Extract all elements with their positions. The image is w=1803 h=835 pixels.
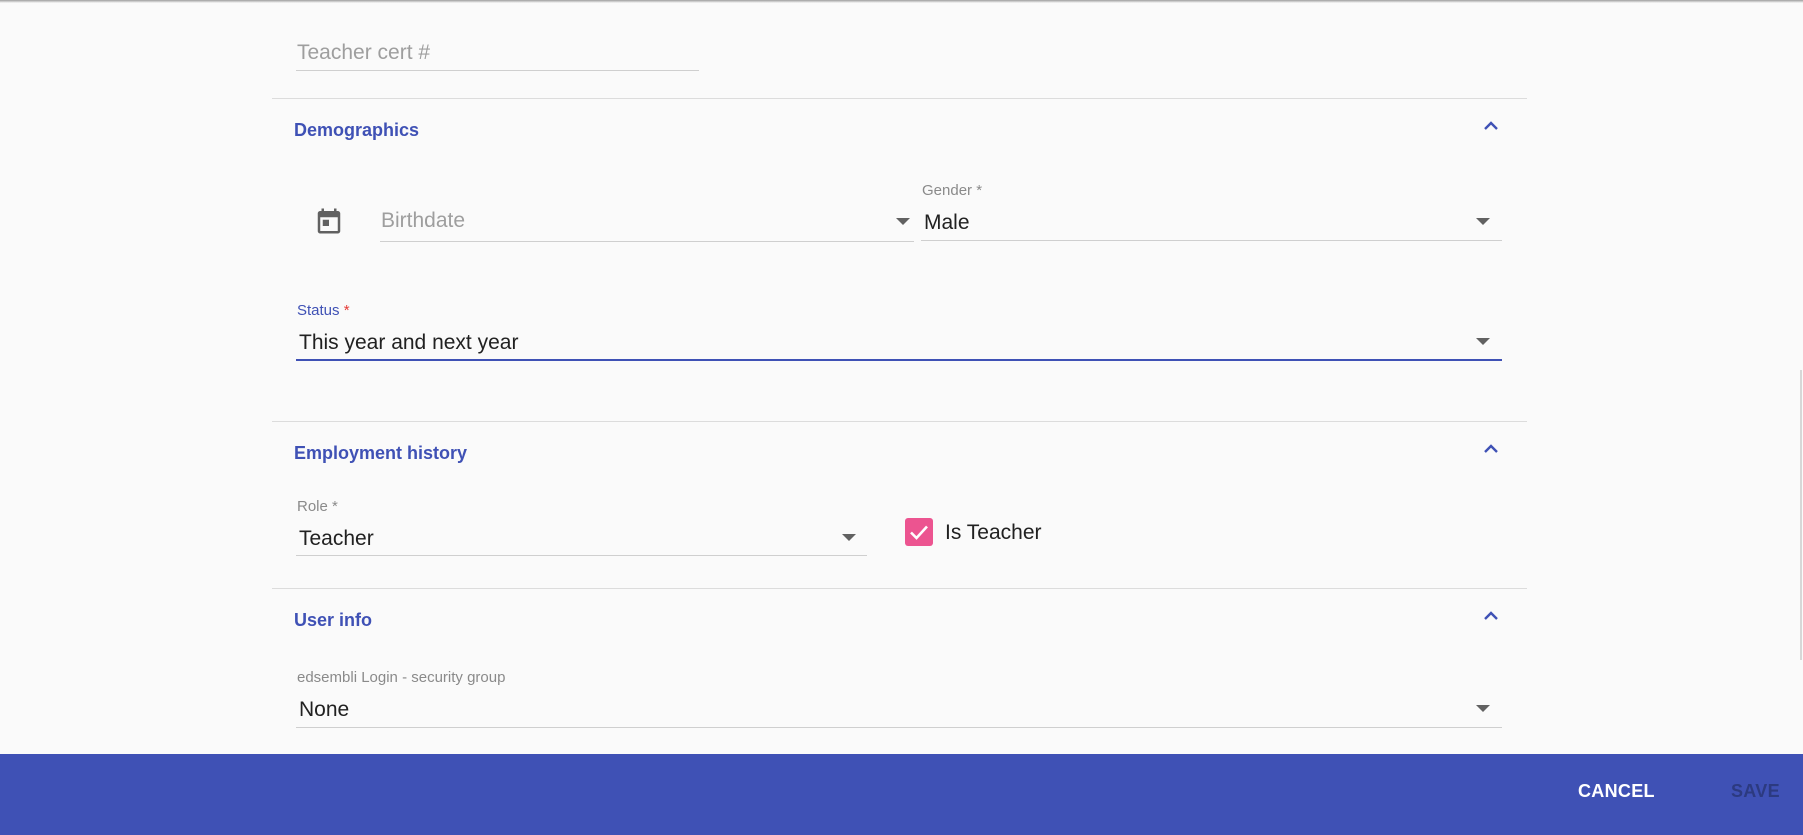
role-select[interactable]: Role * Teacher <box>296 496 867 556</box>
scrollbar[interactable] <box>1800 370 1802 660</box>
field-underline <box>296 727 1502 728</box>
security-group-label: edsembli Login - security group <box>297 669 506 686</box>
teacher-cert-field[interactable]: Teacher cert # <box>296 30 699 71</box>
caret-down-icon <box>1476 705 1490 712</box>
cancel-button[interactable]: CANCEL <box>1578 781 1655 802</box>
role-label: Role * <box>297 498 338 515</box>
caret-down-icon <box>1476 218 1490 225</box>
status-value: This year and next year <box>299 331 519 354</box>
is-teacher-label[interactable]: Is Teacher <box>945 521 1042 545</box>
section-divider <box>272 421 1527 422</box>
caret-down-icon <box>1476 338 1490 345</box>
status-label: Status * <box>297 302 350 319</box>
caret-down-icon <box>896 218 910 225</box>
teacher-cert-placeholder: Teacher cert # <box>297 41 431 64</box>
role-value: Teacher <box>299 527 374 550</box>
birthdate-placeholder: Birthdate <box>381 209 466 232</box>
gender-label: Gender * <box>922 182 983 199</box>
section-divider <box>272 98 1527 99</box>
section-divider <box>272 588 1527 589</box>
gender-select[interactable]: Gender * Male <box>921 180 1502 241</box>
staff-form: Teacher cert # Demographics Birthdate Ge… <box>272 0 1527 754</box>
save-button[interactable]: SAVE <box>1731 781 1780 802</box>
chevron-up-icon[interactable] <box>1480 115 1502 137</box>
security-group-value: None <box>299 698 350 721</box>
calendar-icon[interactable] <box>314 206 344 236</box>
field-underline <box>296 555 867 556</box>
field-underline <box>380 241 914 242</box>
chevron-up-icon[interactable] <box>1480 438 1502 460</box>
footer-bar: CANCEL SAVE <box>0 754 1803 835</box>
field-underline <box>921 240 1502 241</box>
birthdate-field[interactable]: Birthdate <box>380 202 914 242</box>
user-info-title: User info <box>294 610 373 630</box>
chevron-up-icon[interactable] <box>1480 605 1502 627</box>
status-select[interactable]: Status * This year and next year <box>296 300 1502 361</box>
caret-down-icon <box>842 534 856 541</box>
demographics-title: Demographics <box>294 120 420 140</box>
gender-value: Male <box>924 211 970 234</box>
check-icon <box>910 525 928 540</box>
security-group-select[interactable]: edsembli Login - security group None <box>296 667 1502 728</box>
field-underline <box>296 359 1502 361</box>
field-underline <box>296 70 699 71</box>
is-teacher-checkbox[interactable] <box>905 518 933 546</box>
employment-history-title: Employment history <box>294 443 468 463</box>
